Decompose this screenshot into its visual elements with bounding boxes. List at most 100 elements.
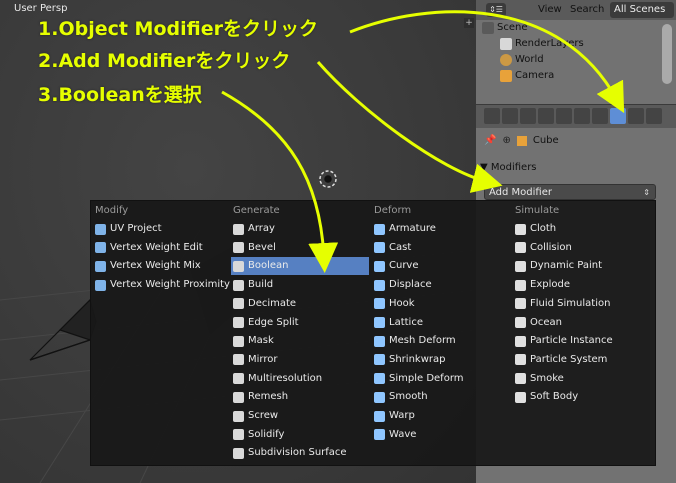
add-modifier-label: Add Modifier xyxy=(489,187,552,198)
outliner-row[interactable]: RenderLayers xyxy=(500,36,584,52)
add-modifier-button[interactable]: Add Modifier ⇕ xyxy=(484,184,656,200)
menu-item-soft-body[interactable]: Soft Body xyxy=(513,388,651,406)
menu-item-array[interactable]: Array xyxy=(231,220,369,238)
menu-item-uv-project[interactable]: UV Project xyxy=(93,220,231,238)
menu-item-multiresolution[interactable]: Multiresolution xyxy=(231,370,369,388)
menu-item-vertex-weight-mix[interactable]: Vertex Weight Mix xyxy=(93,257,231,275)
outliner-view-menu[interactable]: View xyxy=(538,4,562,15)
render-tab-icon[interactable] xyxy=(484,108,500,124)
menu-item-fluid-simulation[interactable]: Fluid Simulation xyxy=(513,295,651,313)
blender-window: User Persp + ⇕☰ View Search All Scenes S… xyxy=(0,0,676,483)
menu-item-vertex-weight-proximity[interactable]: Vertex Weight Proximity xyxy=(93,276,231,294)
data-tab-icon[interactable] xyxy=(628,108,644,124)
menu-item-warp[interactable]: Warp xyxy=(372,407,510,425)
add-modifier-menu: Modify UV Project Vertex Weight Edit Vertex… xyxy=(90,200,656,466)
viewport-label: User Persp xyxy=(14,3,68,14)
menu-item-label: Mesh Deform xyxy=(389,335,456,347)
boolean-icon xyxy=(233,260,244,272)
menu-item-subdivision-surface[interactable]: Subdivision Surface xyxy=(231,444,369,462)
particle-instance-icon xyxy=(515,335,526,347)
viewport-expand-button[interactable]: + xyxy=(464,18,474,28)
cube-icon xyxy=(516,135,527,146)
cloth-icon xyxy=(515,223,526,235)
modifiers-panel-header[interactable]: ▼ Modifiers xyxy=(480,158,672,178)
world-tab-icon[interactable] xyxy=(538,108,554,124)
outliner-row-label: World xyxy=(515,54,544,65)
vertex-weight-mix-icon xyxy=(95,260,106,272)
menu-item-cast[interactable]: Cast xyxy=(372,239,510,257)
menu-item-ocean[interactable]: Ocean xyxy=(513,314,651,332)
renderlayers-icon xyxy=(500,38,512,50)
outliner-row[interactable]: Camera xyxy=(500,68,554,84)
menu-item-mask[interactable]: Mask xyxy=(231,332,369,350)
object-tab-icon[interactable] xyxy=(556,108,572,124)
menu-item-explode[interactable]: Explode xyxy=(513,276,651,294)
menu-item-curve[interactable]: Curve xyxy=(372,257,510,275)
menu-item-label: Vertex Weight Edit xyxy=(110,241,203,253)
menu-item-remesh[interactable]: Remesh xyxy=(231,388,369,406)
fluid-simulation-icon xyxy=(515,298,526,310)
outliner: Scene RenderLayers World Camera xyxy=(476,20,676,100)
menu-column-header: Generate xyxy=(233,205,280,216)
menu-item-edge-split[interactable]: Edge Split xyxy=(231,314,369,332)
menu-item-collision[interactable]: Collision xyxy=(513,239,651,257)
multiresolution-icon xyxy=(233,373,244,385)
uv-project-icon xyxy=(95,223,106,235)
bevel-icon xyxy=(233,242,244,254)
menu-item-cloth[interactable]: Cloth xyxy=(513,220,651,238)
menu-item-lattice[interactable]: Lattice xyxy=(372,314,510,332)
menu-item-simple-deform[interactable]: Simple Deform xyxy=(372,370,510,388)
menu-item-label: Shrinkwrap xyxy=(389,353,446,365)
pin-icon[interactable]: 📌 xyxy=(484,135,496,146)
outliner-editor-type-button[interactable]: ⇕☰ xyxy=(486,3,506,17)
scene-tab-icon[interactable] xyxy=(520,108,536,124)
menu-item-label: Edge Split xyxy=(248,316,299,328)
menu-item-decimate[interactable]: Decimate xyxy=(231,295,369,313)
menu-item-smoke[interactable]: Smoke xyxy=(513,370,651,388)
menu-item-mesh-deform[interactable]: Mesh Deform xyxy=(372,332,510,350)
menu-item-label: Wave xyxy=(389,428,417,440)
menu-item-boolean[interactable]: Boolean xyxy=(231,257,369,276)
render-layers-tab-icon[interactable] xyxy=(502,108,518,124)
menu-item-build[interactable]: Build xyxy=(231,276,369,294)
scene-icon xyxy=(482,22,494,34)
menu-item-armature[interactable]: Armature xyxy=(372,220,510,238)
outliner-row[interactable]: Scene xyxy=(482,20,528,36)
menu-item-dynamic-paint[interactable]: Dynamic Paint xyxy=(513,257,651,275)
menu-item-smooth[interactable]: Smooth xyxy=(372,388,510,406)
menu-item-hook[interactable]: Hook xyxy=(372,295,510,313)
menu-item-bevel[interactable]: Bevel xyxy=(231,239,369,257)
mask-icon xyxy=(233,335,244,347)
hook-icon xyxy=(374,298,385,310)
menu-item-screw[interactable]: Screw xyxy=(231,407,369,425)
menu-item-label: Solidify xyxy=(248,428,285,440)
solidify-icon xyxy=(233,429,244,441)
menu-item-label: Multiresolution xyxy=(248,372,323,384)
outliner-scenes-select[interactable]: All Scenes xyxy=(610,2,674,18)
modifier-tab-wrench-icon[interactable] xyxy=(610,108,626,124)
smooth-icon xyxy=(374,391,385,403)
menu-item-displace[interactable]: Displace xyxy=(372,276,510,294)
outliner-row[interactable]: World xyxy=(500,52,544,68)
outliner-row-label: Scene xyxy=(497,22,528,33)
vertex-weight-proximity-icon xyxy=(95,279,106,291)
physics-tab-icon[interactable] xyxy=(592,108,608,124)
outliner-scrollbar[interactable] xyxy=(662,24,672,84)
outliner-search-menu[interactable]: Search xyxy=(570,4,604,15)
3d-cursor-icon xyxy=(319,170,337,188)
outliner-row-label: RenderLayers xyxy=(515,38,584,49)
menu-item-vertex-weight-edit[interactable]: Vertex Weight Edit xyxy=(93,239,231,257)
menu-item-label: Armature xyxy=(389,223,436,234)
menu-item-particle-system[interactable]: Particle System xyxy=(513,351,651,369)
material-tab-icon[interactable] xyxy=(646,108,662,124)
menu-item-solidify[interactable]: Solidify xyxy=(231,426,369,444)
properties-tab-bar xyxy=(476,104,676,129)
outliner-row-label: Camera xyxy=(515,70,555,81)
constraints-tab-icon[interactable] xyxy=(574,108,590,124)
menu-item-particle-instance[interactable]: Particle Instance xyxy=(513,332,651,350)
menu-item-wave[interactable]: Wave xyxy=(372,426,510,444)
menu-item-shrinkwrap[interactable]: Shrinkwrap xyxy=(372,351,510,369)
properties-context-path: 📌 ⊕ Cube xyxy=(484,135,559,146)
menu-item-mirror[interactable]: Mirror xyxy=(231,351,369,369)
mirror-icon xyxy=(233,354,244,366)
